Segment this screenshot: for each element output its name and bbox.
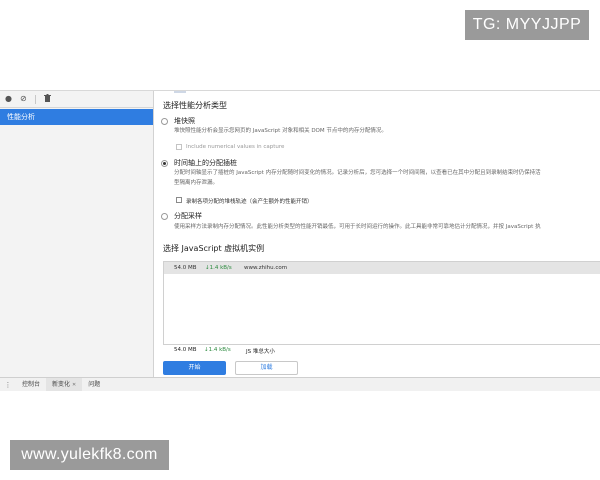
toolbar-divider [34,94,36,104]
option-desc-heap-snapshot: 堆快照性能分析会显示您网页的 JavaScript 对象和相关 DOM 节点中的… [174,128,387,134]
tab-console-label: 控制台 [22,381,41,388]
total-heap-size: 54.0 MB [174,347,197,353]
tab-changes-label: 新变化 [52,381,71,388]
vm-instance-row[interactable]: 54.0 MB ↓1.4 kB/s www.zhihu.com [164,262,600,274]
close-icon[interactable]: ✕ [72,382,76,388]
trash-icon[interactable] [43,93,51,105]
tab-console[interactable]: 控制台 [16,378,46,391]
tab-issues-label: 问题 [88,381,101,388]
scroll-edge [174,91,186,93]
radio-heap-snapshot[interactable] [161,118,168,125]
numerical-values-checkbox[interactable] [176,144,182,150]
sidebar-toolbar: ● ⊘ [0,91,153,108]
tab-changes[interactable]: 新变化 ✕ [46,378,83,391]
option-label-heap-snapshot: 堆快照 [174,117,195,125]
profile-type-title: 选择性能分析类型 [163,101,227,110]
record-icon[interactable]: ● [5,94,12,104]
option-desc-allocation-timeline-line2: 型隔离内存泄漏。 [174,180,219,186]
option-label-allocation-sampling: 分配采样 [174,212,202,220]
profiles-sidebar: ● ⊘ 性能分析 [0,91,154,377]
numerical-values-label: Include numerical values in capture [186,144,285,150]
watermark-top: TG: MYYJJPP [465,10,589,40]
vm-heap-size: 54.0 MB [174,265,197,271]
radio-allocation-timeline[interactable] [161,160,168,167]
option-desc-allocation-sampling: 使用采样方法录制内存分配情况。此性能分析类型的性能开销最低，可用于长时间运行的操… [174,224,541,230]
bottom-drawer: ⋮ 控制台 新变化 ✕ 问题 [0,377,600,391]
vm-rate: ↓1.4 kB/s [205,265,232,271]
sidebar-item-profiles[interactable]: 性能分析 [0,109,153,125]
total-heap-label: JS 堆总大小 [246,349,275,355]
vm-instance-title: 选择 JavaScript 虚拟机实例 [163,244,265,253]
watermark-bottom: www.yulekfk8.com [10,440,169,470]
devtools-memory-panel: ● ⊘ 性能分析 选择性能分析类型 堆快照 堆快照性能分析会显示您网页的 Jav… [0,90,600,391]
start-button[interactable]: 开始 [163,361,226,375]
clear-icon[interactable]: ⊘ [20,94,27,104]
option-desc-allocation-timeline-line1: 分配时间轴显示了插桩的 JavaScript 内存分配随时间变化的情况。记录分析… [174,170,541,176]
load-button[interactable]: 加载 [235,361,298,375]
drawer-menu-icon[interactable]: ⋮ [0,381,16,389]
tab-issues[interactable]: 问题 [82,378,106,391]
profile-launcher: 选择性能分析类型 堆快照 堆快照性能分析会显示您网页的 JavaScript 对… [154,91,600,377]
stack-traces-label: 录制各项分配的堆栈轨迹（会产生额外的性能开销） [186,199,313,205]
radio-allocation-sampling[interactable] [161,213,168,220]
vm-url: www.zhihu.com [244,265,288,271]
option-label-allocation-timeline: 时间轴上的分配插桩 [174,159,237,167]
total-heap-rate: ↓1.4 kB/s [204,347,231,353]
vm-instance-list: 54.0 MB ↓1.4 kB/s www.zhihu.com [163,261,600,345]
stack-traces-checkbox[interactable] [176,197,182,203]
